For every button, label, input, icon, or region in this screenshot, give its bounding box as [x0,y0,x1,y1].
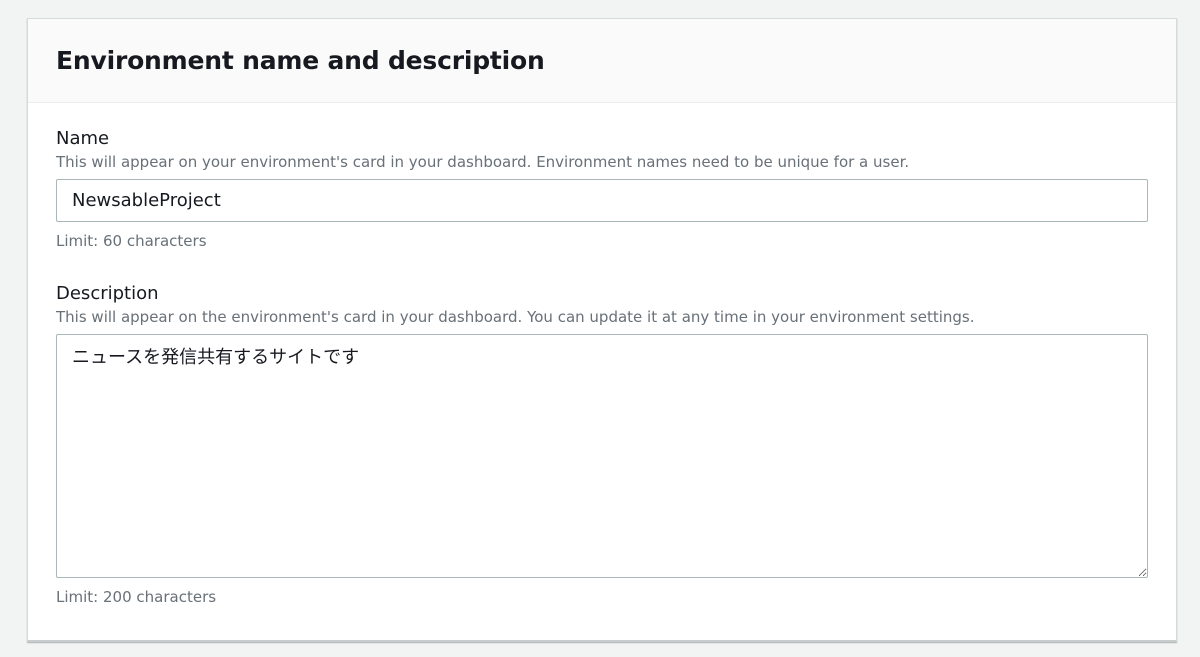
name-label: Name [56,128,110,149]
environment-panel: Environment name and description Name Th… [27,18,1177,642]
panel-body: Name This will appear on your environmen… [28,103,1176,608]
description-field-group: Description This will appear on the envi… [56,282,1148,608]
description-textarea[interactable]: ニュースを発信共有するサイトです [56,334,1148,578]
name-field-group: Name This will appear on your environmen… [56,127,1148,252]
description-limit: Limit: 200 characters [56,588,217,606]
panel-header: Environment name and description [28,19,1176,103]
name-hint: This will appear on your environment's c… [56,153,910,171]
panel-title: Environment name and description [56,46,545,75]
name-input[interactable] [56,179,1148,222]
name-limit: Limit: 60 characters [56,232,207,250]
description-label: Description [56,283,159,304]
description-hint: This will appear on the environment's ca… [56,308,975,326]
